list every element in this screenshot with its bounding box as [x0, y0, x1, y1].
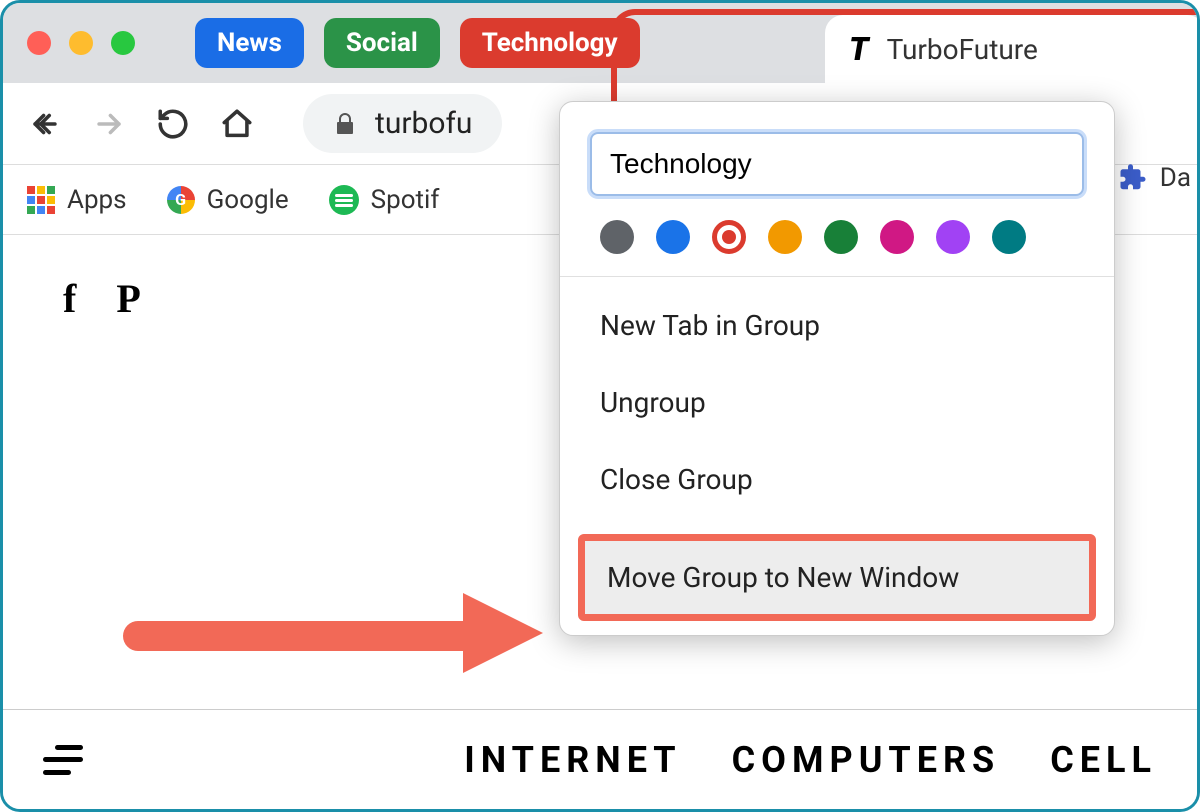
address-bar[interactable]: turbofu — [303, 94, 502, 153]
nav-cell[interactable]: CELL — [1050, 739, 1157, 781]
bookmark-partial-label: Da — [1160, 163, 1191, 193]
tab-group-technology[interactable]: Technology — [460, 18, 640, 68]
bookmark-google-label: Google — [207, 185, 289, 215]
extension-icon — [1118, 163, 1148, 193]
bookmarks-apps[interactable]: Apps — [27, 185, 127, 215]
color-green[interactable] — [824, 220, 858, 254]
annotation-arrow — [123, 599, 553, 659]
apps-grid-icon — [27, 186, 55, 214]
color-orange[interactable] — [768, 220, 802, 254]
site-nav-bar: INTERNET COMPUTERS CELL — [3, 709, 1197, 809]
window-minimize-button[interactable] — [69, 31, 93, 55]
color-cyan[interactable] — [992, 220, 1026, 254]
hamburger-menu-button[interactable] — [43, 745, 83, 775]
active-tab-container: T TurboFuture — [825, 3, 1200, 83]
spotify-logo-icon — [329, 185, 359, 215]
facebook-icon[interactable]: f — [63, 275, 76, 322]
window-fullscreen-button[interactable] — [111, 31, 135, 55]
menu-close-group[interactable]: Close Group — [560, 441, 1114, 518]
group-color-picker — [560, 214, 1114, 276]
active-tab-title: TurboFuture — [887, 33, 1038, 66]
pinterest-icon[interactable]: P — [116, 275, 140, 322]
home-button[interactable] — [219, 106, 255, 142]
color-red[interactable] — [712, 220, 746, 254]
tab-group-news[interactable]: News — [195, 18, 304, 68]
bookmarks-apps-label: Apps — [67, 185, 127, 215]
reload-button[interactable] — [155, 106, 191, 142]
bookmark-spotify[interactable]: Spotif — [329, 185, 440, 215]
active-tab[interactable]: T TurboFuture — [825, 15, 1200, 83]
back-button[interactable] — [27, 106, 63, 142]
group-menu-items: New Tab in Group Ungroup Close Group — [560, 277, 1114, 528]
menu-move-group-to-new-window[interactable]: Move Group to New Window — [585, 541, 1089, 614]
turbofuture-favicon: T — [849, 30, 869, 68]
color-blue[interactable] — [656, 220, 690, 254]
google-logo-icon — [167, 186, 195, 214]
address-bar-text: turbofu — [375, 106, 472, 141]
lock-icon — [333, 112, 357, 136]
tab-group-context-menu: New Tab in Group Ungroup Close Group Mov… — [559, 101, 1115, 636]
menu-ungroup[interactable]: Ungroup — [560, 364, 1114, 441]
menu-move-group-highlight: Move Group to New Window — [578, 534, 1096, 621]
forward-button[interactable] — [91, 106, 127, 142]
color-pink[interactable] — [880, 220, 914, 254]
tab-group-social[interactable]: Social — [324, 18, 440, 68]
tab-strip: News Social Technology T TurboFuture — [3, 3, 1197, 83]
site-nav-links: INTERNET COMPUTERS CELL — [464, 739, 1157, 781]
nav-internet[interactable]: INTERNET — [464, 739, 681, 781]
bookmark-google[interactable]: Google — [167, 185, 289, 215]
browser-window: News Social Technology T TurboFuture tur… — [0, 0, 1200, 812]
color-grey[interactable] — [600, 220, 634, 254]
color-purple[interactable] — [936, 220, 970, 254]
window-close-button[interactable] — [27, 31, 51, 55]
bookmark-spotify-label: Spotif — [371, 185, 440, 215]
group-name-input[interactable] — [590, 132, 1084, 196]
menu-new-tab-in-group[interactable]: New Tab in Group — [560, 287, 1114, 364]
nav-computers[interactable]: COMPUTERS — [732, 739, 1001, 781]
window-traffic-lights — [27, 31, 135, 55]
page-social-icons: f P — [63, 275, 141, 322]
bookmark-partial-right[interactable]: Da — [1118, 163, 1191, 193]
